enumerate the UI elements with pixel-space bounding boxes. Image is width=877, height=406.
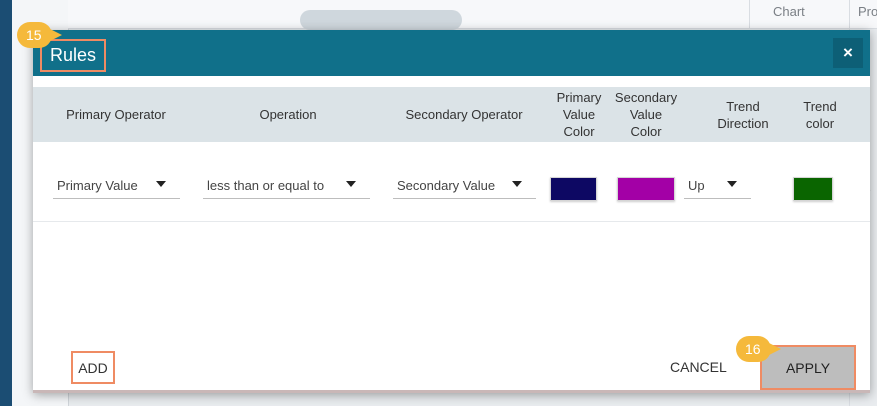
add-rule-button[interactable]: ADD bbox=[71, 351, 115, 384]
close-button[interactable]: × bbox=[833, 38, 863, 68]
chevron-down-icon bbox=[512, 181, 522, 187]
secondary-value-color-swatch[interactable] bbox=[617, 177, 675, 201]
column-trend-color: Trend color bbox=[803, 98, 837, 131]
operation-value: less than or equal to bbox=[207, 177, 325, 193]
chevron-down-icon bbox=[156, 181, 166, 187]
step-badge-15: 15 bbox=[17, 22, 62, 48]
primary-operator-value: Primary Value bbox=[57, 177, 138, 193]
step-badge-16: 16 bbox=[736, 336, 781, 362]
app-top-bar bbox=[68, 0, 877, 29]
chevron-down-icon bbox=[346, 181, 356, 187]
column-primary-operator: Primary Operator bbox=[66, 107, 166, 122]
column-operation: Operation bbox=[259, 107, 317, 122]
column-trend-direction: Trend Direction bbox=[717, 98, 769, 131]
secondary-operator-value: Secondary Value bbox=[397, 177, 496, 193]
dialog-title: Rules bbox=[49, 45, 97, 65]
column-primary-value-color: Primary Value Color bbox=[556, 90, 602, 139]
rules-table-header: Primary Operator Operation Secondary Ope… bbox=[33, 87, 870, 142]
column-secondary-value-color: Secondary Value Color bbox=[614, 90, 678, 139]
primary-value-color-swatch[interactable] bbox=[550, 177, 597, 201]
column-secondary-operator: Secondary Operator bbox=[405, 107, 523, 122]
top-bar-divider bbox=[749, 0, 750, 28]
trend-direction-value: Up bbox=[688, 177, 705, 193]
trend-direction-select[interactable]: Up bbox=[684, 172, 751, 199]
secondary-operator-select[interactable]: Secondary Value bbox=[393, 172, 536, 199]
app-left-bar bbox=[0, 0, 12, 406]
close-icon: × bbox=[843, 43, 853, 62]
chevron-down-icon bbox=[727, 181, 737, 187]
dialog-bottom-strip bbox=[33, 390, 870, 393]
tab-chart[interactable]: Chart bbox=[773, 4, 805, 19]
primary-operator-select[interactable]: Primary Value bbox=[53, 172, 180, 199]
operation-select[interactable]: less than or equal to bbox=[203, 172, 370, 199]
dialog-title-highlight: Rules bbox=[40, 39, 106, 72]
dialog-header: Rules × bbox=[33, 30, 870, 76]
tab-partial[interactable]: Pro bbox=[858, 4, 877, 19]
rule-row: Primary Value less than or equal to Seco… bbox=[33, 145, 870, 222]
background-chip bbox=[300, 10, 462, 30]
cancel-button[interactable]: CANCEL bbox=[670, 359, 727, 375]
trend-color-swatch[interactable] bbox=[793, 177, 833, 201]
